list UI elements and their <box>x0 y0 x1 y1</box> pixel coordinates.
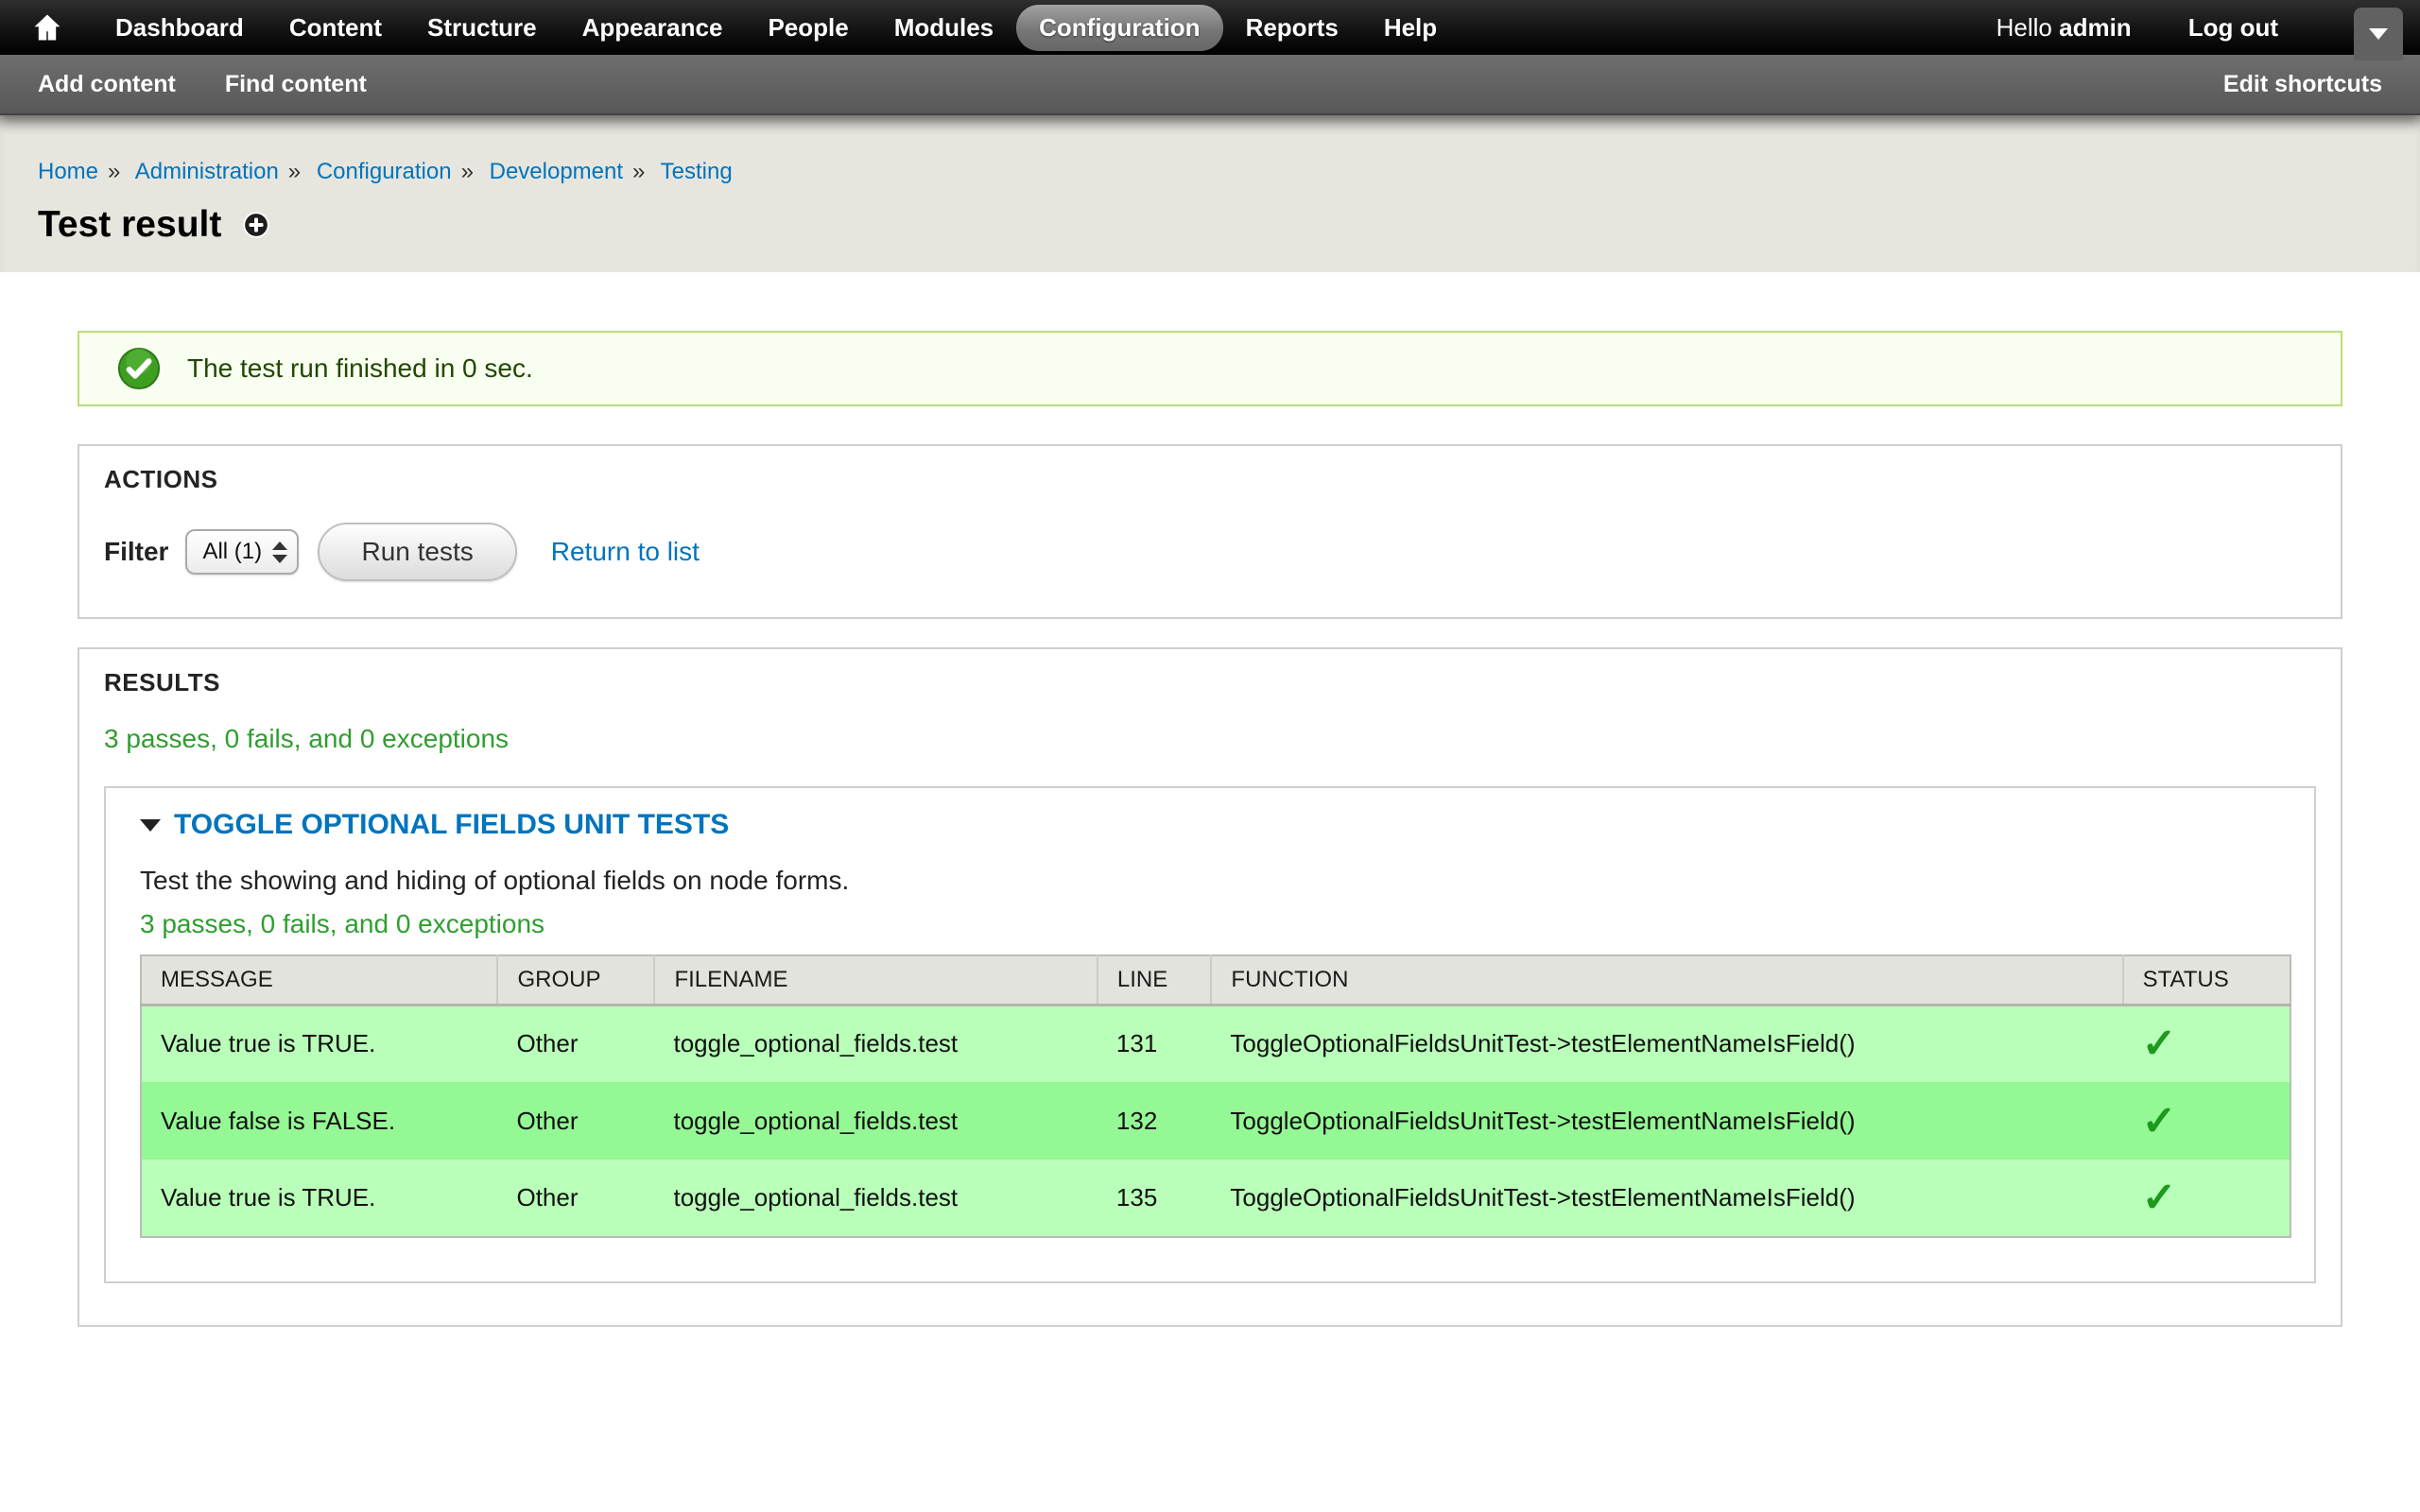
results-table-header: MESSAGE GROUP FILENAME LINE FUNCTION STA… <box>141 955 2290 1005</box>
breadcrumb-testing[interactable]: Testing <box>661 159 733 184</box>
status-message-text: The test run finished in 0 sec. <box>187 353 533 384</box>
breadcrumb-separator: » <box>632 159 645 184</box>
toolbar-toggle-button[interactable] <box>2354 8 2403 60</box>
toolbar-item-content[interactable]: Content <box>267 5 405 51</box>
run-tests-button[interactable]: Run tests <box>318 523 516 581</box>
shortcut-add-content[interactable]: Add content <box>38 71 176 98</box>
toolbar-item-appearance[interactable]: Appearance <box>560 5 746 51</box>
breadcrumb-separator: » <box>288 159 301 184</box>
toolbar-account-area: Hello admin Log out <box>1996 13 2278 43</box>
table-row: Value false is FALSE. Other toggle_optio… <box>141 1082 2290 1160</box>
filter-select[interactable]: All (1) <box>185 529 299 575</box>
table-row: Value true is TRUE. Other toggle_optiona… <box>141 1005 2290 1082</box>
breadcrumb-separator: » <box>461 159 474 184</box>
filter-label: Filter <box>104 537 168 567</box>
toolbar-item-dashboard[interactable]: Dashboard <box>93 5 267 51</box>
toolbar-item-structure[interactable]: Structure <box>405 5 560 51</box>
pass-check-icon <box>2142 1112 2177 1141</box>
cell-function: ToggleOptionalFieldsUnitTest->testElemen… <box>1211 1005 2122 1082</box>
actions-fieldset: ACTIONS Filter All (1) Run tests Return … <box>78 444 2342 619</box>
breadcrumb-home[interactable]: Home <box>38 159 98 184</box>
cell-message: Value true is TRUE. <box>141 1160 497 1237</box>
cell-message: Value false is FALSE. <box>141 1082 497 1160</box>
toolbar-item-reports[interactable]: Reports <box>1223 5 1361 51</box>
results-summary: 3 passes, 0 fails, and 0 exceptions <box>104 724 2316 754</box>
pass-check-icon <box>2142 1189 2177 1217</box>
test-group-summary: 3 passes, 0 fails, and 0 exceptions <box>140 909 2291 939</box>
toolbar-item-help[interactable]: Help <box>1361 5 1460 51</box>
results-table: MESSAGE GROUP FILENAME LINE FUNCTION STA… <box>140 954 2291 1238</box>
status-message: The test run finished in 0 sec. <box>78 331 2342 406</box>
cell-group: Other <box>497 1160 654 1237</box>
column-header-message: MESSAGE <box>141 955 497 1005</box>
table-row: Value true is TRUE. Other toggle_optiona… <box>141 1160 2290 1237</box>
cell-filename: toggle_optional_fields.test <box>654 1082 1097 1160</box>
toolbar-item-configuration[interactable]: Configuration <box>1016 5 1222 51</box>
cell-status <box>2123 1005 2290 1082</box>
breadcrumb-administration[interactable]: Administration <box>135 159 279 184</box>
collapse-arrow-icon <box>140 819 161 832</box>
select-stepper-icon <box>272 541 287 563</box>
cell-group: Other <box>497 1005 654 1082</box>
chevron-down-icon <box>2369 28 2388 40</box>
column-header-filename: FILENAME <box>654 955 1097 1005</box>
toolbar-item-modules[interactable]: Modules <box>872 5 1016 51</box>
breadcrumb-separator: » <box>108 159 120 184</box>
test-group-toggle[interactable]: TOGGLE OPTIONAL FIELDS UNIT TESTS <box>140 809 2291 841</box>
results-legend: RESULTS <box>104 668 2316 697</box>
filter-select-value: All (1) <box>202 539 262 565</box>
breadcrumb: Home » Administration » Configuration » Dev… <box>38 159 2382 185</box>
logout-link[interactable]: Log out <box>2188 13 2278 43</box>
cell-line: 135 <box>1098 1160 1212 1237</box>
toolbar-item-people[interactable]: People <box>745 5 871 51</box>
cell-message: Value true is TRUE. <box>141 1005 497 1082</box>
home-icon[interactable] <box>19 11 76 43</box>
status-ok-icon <box>117 347 161 390</box>
column-header-status: STATUS <box>2123 955 2290 1005</box>
column-header-line: LINE <box>1098 955 1212 1005</box>
shortcut-bar: Add content Find content Edit shortcuts <box>0 55 2420 115</box>
page-title: Test result <box>38 204 221 246</box>
return-to-list-link[interactable]: Return to list <box>551 537 700 567</box>
breadcrumb-development[interactable]: Development <box>490 159 623 184</box>
edit-shortcuts-link[interactable]: Edit shortcuts <box>2223 71 2382 98</box>
actions-legend: ACTIONS <box>104 465 2316 494</box>
cell-line: 131 <box>1098 1005 1212 1082</box>
test-group-title-link[interactable]: TOGGLE OPTIONAL FIELDS UNIT TESTS <box>174 809 729 841</box>
test-group-fieldset: TOGGLE OPTIONAL FIELDS UNIT TESTS Test t… <box>104 786 2316 1283</box>
column-header-group: GROUP <box>497 955 654 1005</box>
cell-group: Other <box>497 1082 654 1160</box>
cell-status <box>2123 1082 2290 1160</box>
actions-row: Filter All (1) Run tests Return to list <box>104 523 2316 581</box>
admin-toolbar: Dashboard Content Structure Appearance P… <box>0 0 2420 55</box>
cell-line: 132 <box>1098 1082 1212 1160</box>
page-header: Home » Administration » Configuration » Dev… <box>0 115 2420 272</box>
gear-icon[interactable] <box>242 211 270 239</box>
results-fieldset: RESULTS 3 passes, 0 fails, and 0 excepti… <box>78 647 2342 1327</box>
cell-function: ToggleOptionalFieldsUnitTest->testElemen… <box>1211 1082 2122 1160</box>
toolbar-menu: Dashboard Content Structure Appearance P… <box>93 5 1460 51</box>
shortcut-find-content[interactable]: Find content <box>225 71 367 98</box>
cell-status <box>2123 1160 2290 1237</box>
column-header-function: FUNCTION <box>1211 955 2122 1005</box>
test-group-description: Test the showing and hiding of optional … <box>140 866 2291 896</box>
breadcrumb-configuration[interactable]: Configuration <box>317 159 452 184</box>
main-content: The test run finished in 0 sec. ACTIONS … <box>0 331 2420 1327</box>
cell-filename: toggle_optional_fields.test <box>654 1005 1097 1082</box>
pass-check-icon <box>2142 1035 2177 1063</box>
cell-filename: toggle_optional_fields.test <box>654 1160 1097 1237</box>
cell-function: ToggleOptionalFieldsUnitTest->testElemen… <box>1211 1160 2122 1237</box>
greeting-text: Hello admin <box>1996 13 2132 43</box>
